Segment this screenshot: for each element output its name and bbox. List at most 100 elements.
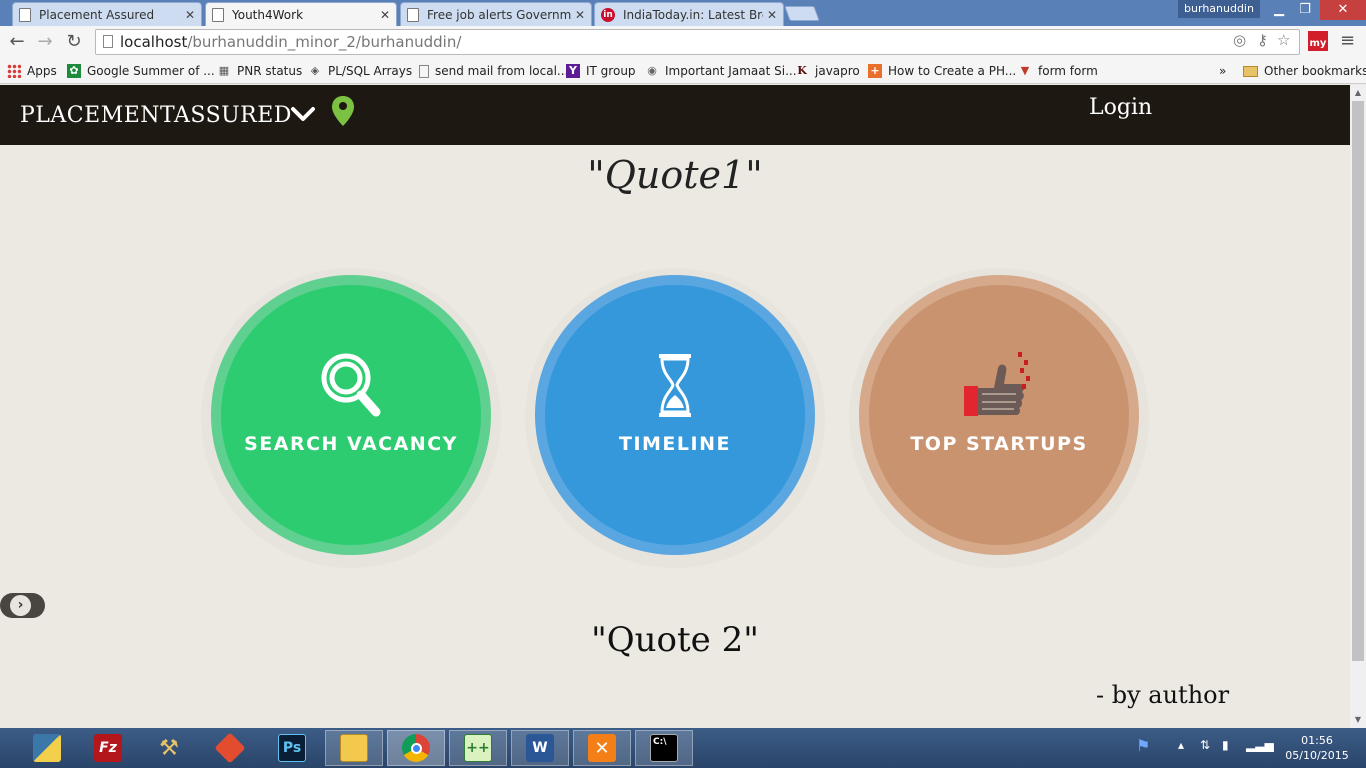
location-target-icon[interactable]: ◎ bbox=[1233, 31, 1246, 49]
power-icon[interactable]: ▮ bbox=[1222, 738, 1229, 752]
bookmark-label: Other bookmarks bbox=[1264, 64, 1366, 78]
bookmark-other[interactable]: Other bookmarks bbox=[1243, 62, 1366, 80]
clock-date: 05/10/2015 bbox=[1285, 749, 1349, 762]
bookmark-apps[interactable]: Apps bbox=[7, 62, 57, 80]
bookmarks-overflow-button[interactable]: » bbox=[1219, 62, 1226, 80]
reload-icon[interactable]: ↻ bbox=[63, 31, 85, 53]
timeline-button[interactable]: TIMELINE bbox=[535, 275, 815, 555]
slider-next-button[interactable]: › bbox=[0, 593, 45, 618]
minimize-icon[interactable]: ▁ bbox=[1266, 0, 1292, 20]
card-halo: SEARCH VACANCY bbox=[201, 268, 501, 568]
bookmark-javapro[interactable]: Kjavapro bbox=[795, 62, 860, 80]
scroll-down-icon[interactable]: ▼ bbox=[1350, 713, 1366, 727]
thumbs-up-collage-icon bbox=[964, 352, 1030, 416]
address-bar[interactable]: localhost/burhanuddin_minor_2/burhanuddi… bbox=[95, 29, 1300, 55]
action-center-alert-icon[interactable]: ⚑ bbox=[1136, 736, 1150, 755]
bookmark-label: form form bbox=[1038, 64, 1098, 78]
close-icon[interactable]: ✕ bbox=[767, 8, 777, 22]
bookmark-plsql[interactable]: ◈ PL/SQL Arrays bbox=[308, 62, 412, 80]
apps-grid-icon bbox=[7, 64, 21, 78]
close-icon[interactable]: ✕ bbox=[380, 8, 390, 22]
login-link[interactable]: Login bbox=[1089, 95, 1152, 120]
page-icon bbox=[19, 7, 31, 22]
site-header: PLACEMENTASSURED Login bbox=[0, 85, 1350, 145]
bookmark-sendmail[interactable]: send mail from local... bbox=[419, 62, 568, 80]
close-icon[interactable]: ✕ bbox=[185, 8, 195, 22]
git-icon[interactable] bbox=[201, 730, 259, 766]
xampp-icon[interactable]: ✕ bbox=[573, 730, 631, 766]
star-icon[interactable]: ☆ bbox=[1277, 31, 1290, 49]
page-icon bbox=[212, 7, 224, 22]
key-icon[interactable]: ⚷ bbox=[1257, 31, 1268, 49]
notepad-plus-icon[interactable]: ++ bbox=[449, 730, 507, 766]
window-close-icon[interactable]: ✕ bbox=[1320, 0, 1366, 20]
tab-label: Youth4Work bbox=[232, 7, 304, 22]
chrome-icon[interactable] bbox=[387, 730, 445, 766]
menu-icon[interactable]: ≡ bbox=[1340, 30, 1355, 51]
browser-tab-strip: Placement Assured ✕ Youth4Work ✕ Free jo… bbox=[0, 0, 1366, 26]
tab-indiatoday[interactable]: in IndiaToday.in: Latest Break ✕ bbox=[594, 2, 784, 26]
sync-icon[interactable]: ⇅ bbox=[1200, 738, 1210, 752]
new-tab-button[interactable] bbox=[784, 6, 820, 21]
python-icon[interactable] bbox=[18, 730, 76, 766]
network-signal-icon[interactable]: ▂▃▅ bbox=[1246, 738, 1274, 752]
photoshop-icon[interactable]: Ps bbox=[263, 730, 321, 766]
bookmark-gsoc[interactable]: ✿ Google Summer of ... bbox=[67, 62, 215, 80]
forward-arrow-icon[interactable]: → bbox=[34, 31, 56, 53]
xampp-logo: ✕ bbox=[588, 734, 616, 762]
plus-icon: + bbox=[868, 64, 882, 78]
site-brand[interactable]: PLACEMENTASSURED bbox=[20, 103, 292, 128]
word-logo: W bbox=[526, 734, 554, 762]
scrollbar-thumb[interactable] bbox=[1352, 101, 1364, 661]
magnifier-icon bbox=[321, 353, 381, 417]
page-icon bbox=[419, 64, 429, 78]
tab-label: Placement Assured bbox=[39, 7, 155, 22]
chevron-down-icon[interactable] bbox=[290, 101, 316, 127]
k-logo-icon: K bbox=[797, 64, 807, 77]
restore-icon[interactable]: ❐ bbox=[1292, 0, 1318, 20]
back-arrow-icon[interactable]: ← bbox=[6, 31, 28, 53]
tab-placement-assured[interactable]: Placement Assured ✕ bbox=[12, 2, 202, 26]
card-label: TIMELINE bbox=[619, 433, 731, 455]
file-explorer-icon[interactable] bbox=[325, 730, 383, 766]
url-host: localhost bbox=[120, 33, 188, 51]
clock-time: 01:56 bbox=[1301, 734, 1333, 747]
tools-icon[interactable]: ⚒ bbox=[140, 730, 198, 766]
bookmark-itgroup[interactable]: Y IT group bbox=[566, 62, 636, 80]
pnr-icon: ▦ bbox=[218, 64, 230, 77]
profile-badge[interactable]: burhanuddin bbox=[1178, 0, 1260, 18]
word-icon[interactable]: W bbox=[511, 730, 569, 766]
brand-part1: PLACEMENT bbox=[20, 103, 174, 128]
bookmark-pnr[interactable]: ▦ PNR status bbox=[217, 62, 302, 80]
page-icon bbox=[103, 35, 113, 48]
vertical-scrollbar[interactable]: ▲ ▼ bbox=[1350, 85, 1366, 728]
filezilla-icon[interactable]: Fz bbox=[79, 730, 137, 766]
quote-heading: "Quote1" bbox=[587, 153, 763, 197]
folder-logo bbox=[340, 734, 368, 762]
top-startups-button[interactable]: TOP STARTUPS bbox=[859, 275, 1139, 555]
filezilla-logo: Fz bbox=[94, 734, 122, 762]
chrome-logo bbox=[402, 734, 430, 762]
bookmark-label: Google Summer of ... bbox=[87, 64, 215, 78]
close-icon[interactable]: ✕ bbox=[575, 8, 585, 22]
bookmark-label: PNR status bbox=[237, 64, 303, 78]
tab-youth4work[interactable]: Youth4Work ✕ bbox=[205, 2, 397, 26]
bookmark-jamaat[interactable]: ◉ Important Jamaat Si... bbox=[645, 62, 797, 80]
quote-text: "Quote 2" bbox=[591, 620, 759, 660]
cmd-icon[interactable]: C:\ bbox=[635, 730, 693, 766]
extension-icon[interactable]: my bbox=[1308, 31, 1328, 51]
scroll-up-icon[interactable]: ▲ bbox=[1350, 86, 1366, 100]
tab-free-job-alerts[interactable]: Free job alerts Governmen ✕ bbox=[400, 2, 592, 26]
browser-toolbar: ← → ↻ localhost/burhanuddin_minor_2/burh… bbox=[0, 26, 1366, 58]
bookmark-form[interactable]: ▼ form form bbox=[1018, 62, 1098, 80]
bookmark-label: How to Create a PH... bbox=[888, 64, 1017, 78]
system-clock[interactable]: 01:56 05/10/2015 bbox=[1282, 733, 1352, 763]
tray-expand-icon[interactable]: ▴ bbox=[1178, 738, 1184, 752]
bookmark-label: Important Jamaat Si... bbox=[665, 64, 797, 78]
card-label: SEARCH VACANCY bbox=[244, 433, 458, 455]
card-halo: TOP STARTUPS bbox=[849, 268, 1149, 568]
search-vacancy-button[interactable]: SEARCH VACANCY bbox=[211, 275, 491, 555]
location-pin-icon[interactable] bbox=[331, 95, 355, 127]
taskbar: Fz ⚒ Ps ++ W ✕ C:\ ⚑ ▴ ⇅ ▮ ▂▃▅ 01:56 05/… bbox=[0, 728, 1366, 768]
bookmark-howto[interactable]: + How to Create a PH... bbox=[868, 62, 1016, 80]
